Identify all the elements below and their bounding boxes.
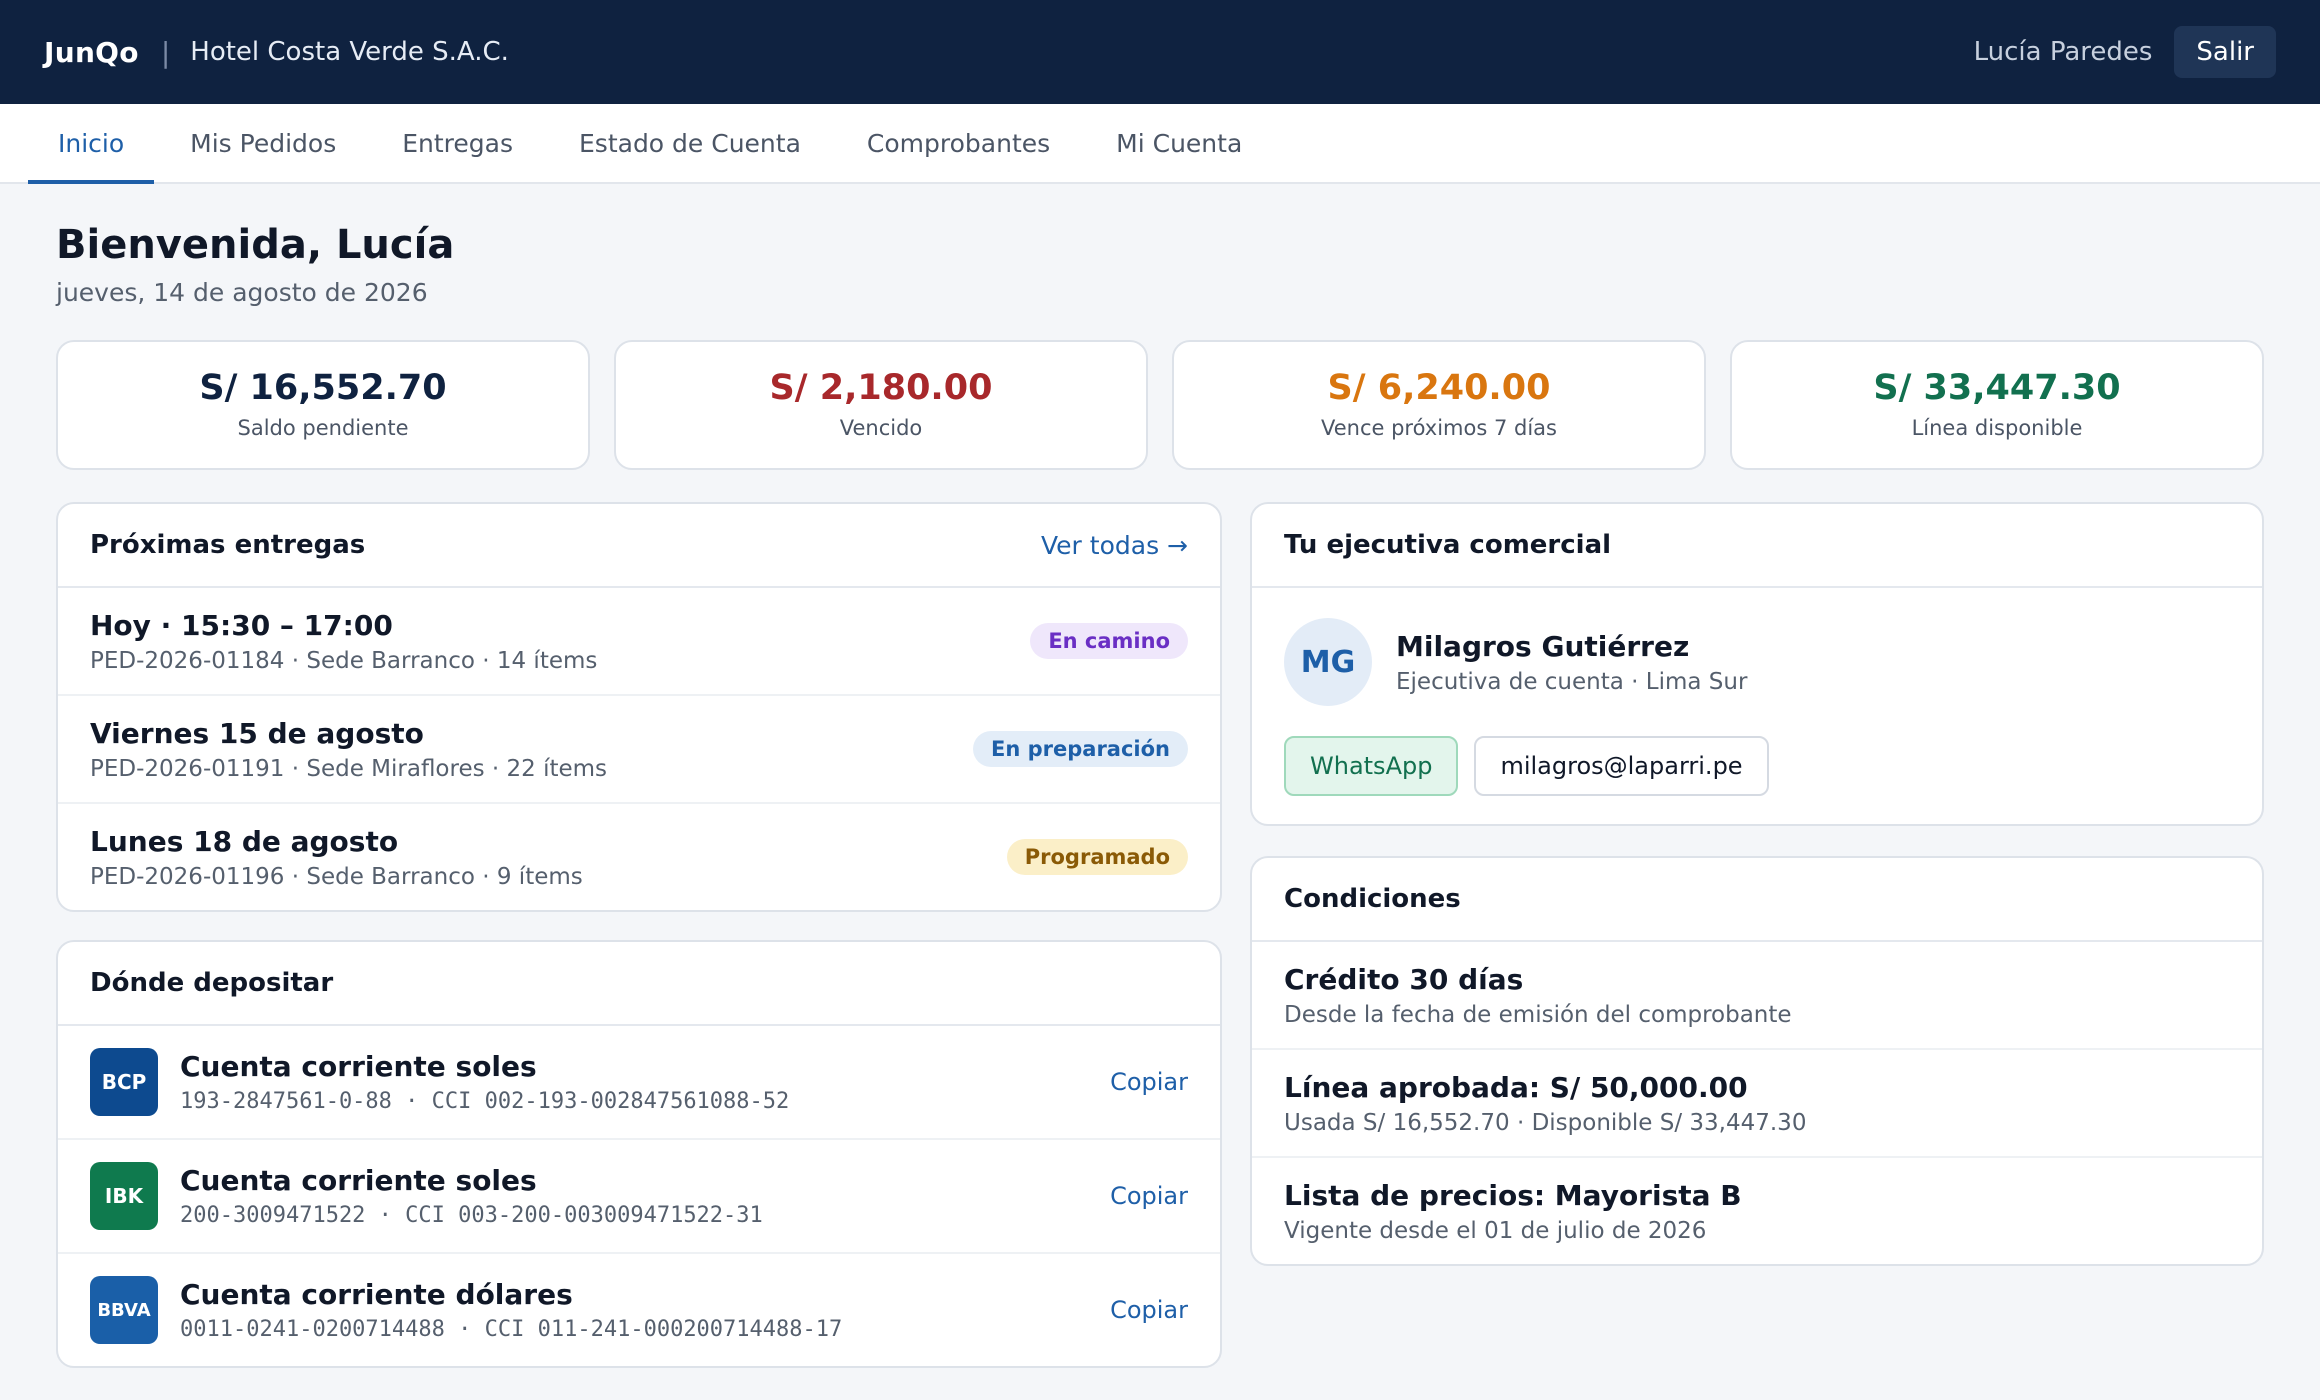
delivery-detail: PED-2026-01196 · Sede Barranco · 9 ítems (90, 863, 583, 890)
brand-logo[interactable]: JunQo (44, 36, 139, 69)
stat-value: S/ 33,447.30 (1873, 368, 2121, 408)
condition-title: Crédito 30 días (1284, 962, 1524, 996)
tab-comprobantes[interactable]: Comprobantes (837, 104, 1080, 182)
condition-title: Línea aprobada: S/ 50,000.00 (1284, 1070, 1748, 1104)
company-name: Hotel Costa Verde S.A.C. (190, 37, 509, 67)
copy-button[interactable]: Copiar (1110, 1182, 1188, 1210)
ibk-logo: IBK (90, 1162, 158, 1230)
tab-estado-de-cuenta[interactable]: Estado de Cuenta (549, 104, 831, 182)
condition-row: Lista de precios: Mayorista B Vigente de… (1252, 1158, 2262, 1264)
executive-name: Milagros Gutiérrez (1396, 629, 1690, 663)
brand-separator: | (160, 35, 171, 69)
deliveries-panel: Próximas entregas Ver todas → Hoy · 15:3… (56, 502, 1222, 912)
page-title: Bienvenida, Lucía (56, 222, 455, 268)
account-type: Cuenta corriente soles (180, 1164, 537, 1197)
stat-value: S/ 16,552.70 (199, 368, 447, 408)
stat-card-saldo-pendiente: S/ 16,552.70 Saldo pendiente (56, 340, 590, 470)
stat-value: S/ 2,180.00 (769, 368, 993, 408)
delivery-row[interactable]: Viernes 15 de agosto PED-2026-01191 · Se… (58, 696, 1220, 804)
delivery-detail: PED-2026-01191 · Sede Miraflores · 22 ít… (90, 755, 608, 782)
status-badge: En camino (1030, 623, 1188, 659)
main-nav: Inicio Mis Pedidos Entregas Estado de Cu… (0, 104, 2320, 184)
stat-label: Vencido (839, 416, 923, 440)
view-all-link[interactable]: Ver todas → (1041, 531, 1188, 560)
deliveries-title: Próximas entregas (90, 530, 366, 560)
condition-detail: Desde la fecha de emisión del comprobant… (1284, 1001, 1792, 1028)
account-type: Cuenta corriente dólares (180, 1278, 573, 1311)
logout-button[interactable]: Salir (2174, 26, 2276, 78)
delivery-when: Hoy · 15:30 – 17:00 (90, 608, 393, 642)
stat-label: Vence próximos 7 días (1320, 416, 1557, 440)
bcp-logo: BCP (90, 1048, 158, 1116)
executive-role: Ejecutiva de cuenta · Lima Sur (1396, 668, 1748, 695)
deliveries-header: Próximas entregas Ver todas → (58, 504, 1220, 588)
executive-panel: Tu ejecutiva comercial MG Milagros Gutié… (1250, 502, 2264, 826)
condition-detail: Vigente desde el 01 de julio de 2026 (1284, 1217, 1707, 1244)
account-type: Cuenta corriente soles (180, 1050, 537, 1083)
user-name: Lucía Paredes (1973, 37, 2153, 67)
tab-inicio[interactable]: Inicio (28, 104, 155, 184)
bbva-logo: BBVA (90, 1276, 158, 1344)
conditions-panel: Condiciones Crédito 30 días Desde la fec… (1250, 856, 2264, 1266)
copy-button[interactable]: Copiar (1110, 1068, 1188, 1096)
bank-account-row: IBK Cuenta corriente soles 200-300947152… (58, 1140, 1220, 1254)
tab-mi-cuenta[interactable]: Mi Cuenta (1086, 104, 1272, 182)
account-number: 193-2847561-0-88 · CCI 002-193-002847561… (180, 1089, 790, 1114)
executive-contacts: WhatsApp milagros@laparri.pe (1252, 706, 2262, 796)
whatsapp-button[interactable]: WhatsApp (1284, 736, 1459, 796)
stat-card-linea-disponible: S/ 33,447.30 Línea disponible (1730, 340, 2264, 470)
executive-info: MG Milagros Gutiérrez Ejecutiva de cuent… (1252, 588, 2262, 706)
condition-row: Línea aprobada: S/ 50,000.00 Usada S/ 16… (1252, 1050, 2262, 1158)
account-number: 0011-0241-0200714488 · CCI 011-241-00020… (180, 1317, 843, 1342)
stat-card-vence-proximos: S/ 6,240.00 Vence próximos 7 días (1172, 340, 1706, 470)
stat-card-vencido: S/ 2,180.00 Vencido (614, 340, 1148, 470)
status-badge: Programado (1006, 839, 1188, 875)
executive-title: Tu ejecutiva comercial (1284, 530, 1612, 560)
deposit-panel: Dónde depositar BCP Cuenta corriente sol… (56, 940, 1222, 1368)
condition-row: Crédito 30 días Desde la fecha de emisió… (1252, 942, 2262, 1050)
condition-title: Lista de precios: Mayorista B (1284, 1178, 1742, 1212)
account-number: 200-3009471522 · CCI 003-200-00300947152… (180, 1203, 763, 1228)
condition-detail: Usada S/ 16,552.70 · Disponible S/ 33,44… (1284, 1109, 1807, 1136)
status-badge: En preparación (973, 731, 1188, 767)
conditions-title: Condiciones (1284, 884, 1461, 914)
tab-entregas[interactable]: Entregas (372, 104, 543, 182)
stat-label: Saldo pendiente (237, 416, 409, 440)
copy-button[interactable]: Copiar (1110, 1296, 1188, 1324)
conditions-header: Condiciones (1252, 858, 2262, 942)
delivery-row[interactable]: Hoy · 15:30 – 17:00 PED-2026-01184 · Sed… (58, 588, 1220, 696)
stat-label: Línea disponible (1911, 416, 2083, 440)
delivery-row[interactable]: Lunes 18 de agosto PED-2026-01196 · Sede… (58, 804, 1220, 910)
tab-mis-pedidos[interactable]: Mis Pedidos (160, 104, 366, 182)
bank-account-row: BBVA Cuenta corriente dólares 0011-0241-… (58, 1254, 1220, 1366)
email-button[interactable]: milagros@laparri.pe (1474, 736, 1769, 796)
executive-header: Tu ejecutiva comercial (1252, 504, 2262, 588)
user-area: Lucía Paredes Salir (1974, 26, 2276, 78)
deposit-title: Dónde depositar (90, 968, 334, 998)
stat-value: S/ 6,240.00 (1327, 368, 1551, 408)
delivery-detail: PED-2026-01184 · Sede Barranco · 14 ítem… (90, 647, 598, 674)
top-bar: JunQo | Hotel Costa Verde S.A.C. Lucía P… (0, 0, 2320, 104)
avatar: MG (1284, 618, 1372, 706)
deposit-header: Dónde depositar (58, 942, 1220, 1026)
bank-account-row: BCP Cuenta corriente soles 193-2847561-0… (58, 1026, 1220, 1140)
current-date: jueves, 14 de agosto de 2026 (56, 278, 428, 307)
delivery-when: Viernes 15 de agosto (90, 716, 424, 750)
delivery-when: Lunes 18 de agosto (90, 824, 399, 858)
